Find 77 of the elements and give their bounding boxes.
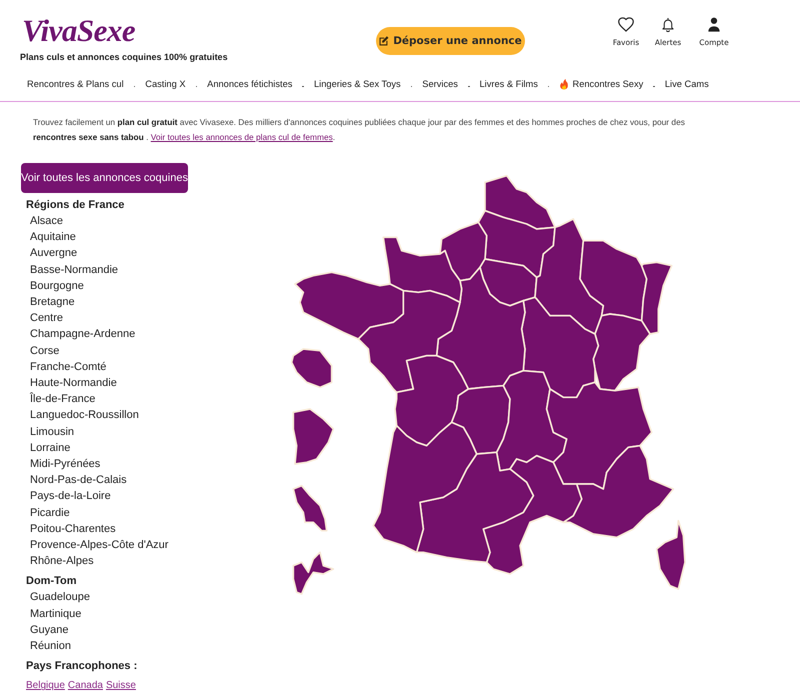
nav-link[interactable]: Annonces fétichistes bbox=[207, 79, 292, 89]
map-region[interactable] bbox=[592, 313, 651, 392]
region-link[interactable]: Languedoc-Roussillon bbox=[21, 407, 139, 424]
site-logo[interactable]: VivaSexe bbox=[22, 14, 136, 48]
nav-link[interactable]: Casting X bbox=[145, 79, 186, 89]
nav-link[interactable]: Live Cams bbox=[664, 79, 709, 89]
nav-link[interactable]: Services bbox=[422, 79, 458, 89]
region-link[interactable]: Midi-Pyrénées bbox=[21, 456, 100, 472]
map-region[interactable] bbox=[484, 174, 556, 230]
region-link[interactable]: Aquitaine bbox=[21, 229, 76, 246]
region-link[interactable]: Guyane bbox=[21, 622, 69, 638]
island-shape[interactable] bbox=[292, 484, 328, 532]
map-region[interactable] bbox=[394, 354, 470, 446]
map-region[interactable] bbox=[294, 272, 404, 340]
map-region[interactable] bbox=[439, 222, 488, 282]
region-link[interactable]: Corse bbox=[21, 342, 60, 359]
region-link[interactable]: Réunion bbox=[21, 638, 71, 654]
region-link[interactable]: Haute-Normandie bbox=[21, 375, 117, 392]
map-region[interactable] bbox=[640, 262, 672, 335]
site-tagline: Plans culs et annonces coquines 100% gratuites bbox=[20, 52, 228, 62]
region-link[interactable]: Alsace bbox=[21, 213, 64, 230]
map-region[interactable] bbox=[479, 258, 538, 306]
island-shape[interactable] bbox=[290, 348, 332, 388]
region-link[interactable]: Lorraine bbox=[21, 440, 70, 456]
post-ad-button[interactable]: Déposer une annonce bbox=[376, 27, 525, 55]
map-region[interactable] bbox=[450, 384, 511, 455]
flame-icon bbox=[559, 78, 570, 90]
region-link[interactable]: Île-de-France bbox=[21, 391, 96, 408]
nav-link[interactable]: Rencontres & Plans cul bbox=[27, 79, 124, 89]
region-link[interactable]: Poitou-Charentes bbox=[21, 520, 116, 538]
country-link[interactable]: Suisse bbox=[106, 678, 136, 694]
section-heading: Dom-Tom bbox=[25, 574, 77, 590]
all-ads-button[interactable]: Voir toutes les annonces coquines bbox=[21, 163, 188, 193]
map-region[interactable] bbox=[482, 454, 582, 575]
region-link[interactable]: Bretagne bbox=[21, 294, 75, 310]
user-icon bbox=[706, 17, 722, 32]
map-region[interactable] bbox=[358, 290, 461, 394]
map-region[interactable] bbox=[562, 444, 674, 538]
region-link[interactable]: Franche-Comté bbox=[21, 358, 106, 376]
map-region[interactable] bbox=[579, 240, 648, 322]
map-region[interactable] bbox=[416, 452, 534, 564]
island-shape[interactable] bbox=[292, 408, 334, 465]
region-link[interactable]: Picardie bbox=[21, 504, 70, 521]
women-ads-link[interactable]: Voir toutes les annonces de plans cul de femmes bbox=[150, 132, 333, 142]
map-region[interactable] bbox=[496, 370, 568, 472]
map-region[interactable] bbox=[520, 296, 600, 398]
intro-text: Trouvez facilement un plan cul gratuit avec Vivasexe. Des milliers d'annonces coquines publiées chaque jour par des femmes et des hommes proches de chez vous, pour des rencontres sexe sans tabou . Voir toutes les annonces de plans cul de femmes. bbox=[32, 116, 686, 144]
region-link[interactable]: Limousin bbox=[21, 424, 74, 440]
region-link[interactable]: Basse-Normandie bbox=[21, 262, 118, 278]
map-region[interactable] bbox=[534, 218, 604, 335]
nav-link[interactable]: Rencontres Sexy bbox=[559, 78, 644, 90]
nav-link[interactable]: Livres & Films bbox=[480, 79, 538, 89]
map-region[interactable] bbox=[478, 210, 556, 278]
map-region[interactable] bbox=[372, 422, 478, 554]
region-link[interactable]: Nord-Pas-de-Calais bbox=[21, 472, 127, 488]
region-link[interactable]: Auvergne bbox=[21, 245, 78, 262]
country-link[interactable]: Belgique bbox=[26, 678, 65, 694]
region-link[interactable]: Centre bbox=[21, 310, 64, 326]
section-heading: Régions de France bbox=[25, 198, 124, 213]
region-link[interactable]: Martinique bbox=[21, 606, 82, 622]
region-link[interactable]: Rhône-Alpes bbox=[21, 553, 94, 570]
map-region[interactable] bbox=[656, 520, 686, 590]
bell-icon bbox=[660, 17, 676, 32]
region-link[interactable]: Guadeloupe bbox=[21, 589, 90, 606]
section-heading: Pays Francophones : bbox=[25, 659, 138, 674]
map-region[interactable] bbox=[382, 236, 462, 304]
map-region[interactable] bbox=[436, 266, 526, 390]
edit-icon bbox=[379, 36, 390, 46]
region-link[interactable]: Bourgogne bbox=[21, 278, 84, 294]
map-region[interactable] bbox=[546, 382, 652, 490]
nav-link[interactable]: Lingeries & Sex Toys bbox=[314, 79, 401, 89]
island-shape[interactable] bbox=[292, 552, 334, 595]
country-link[interactable]: Canada bbox=[68, 678, 103, 694]
region-link[interactable]: Provence-Alpes-Côte d'Azur bbox=[21, 537, 168, 554]
heart-icon bbox=[618, 17, 634, 32]
region-link[interactable]: Pays-de-la-Loire bbox=[21, 488, 111, 505]
region-link[interactable]: Champagne-Ardenne bbox=[21, 326, 136, 343]
